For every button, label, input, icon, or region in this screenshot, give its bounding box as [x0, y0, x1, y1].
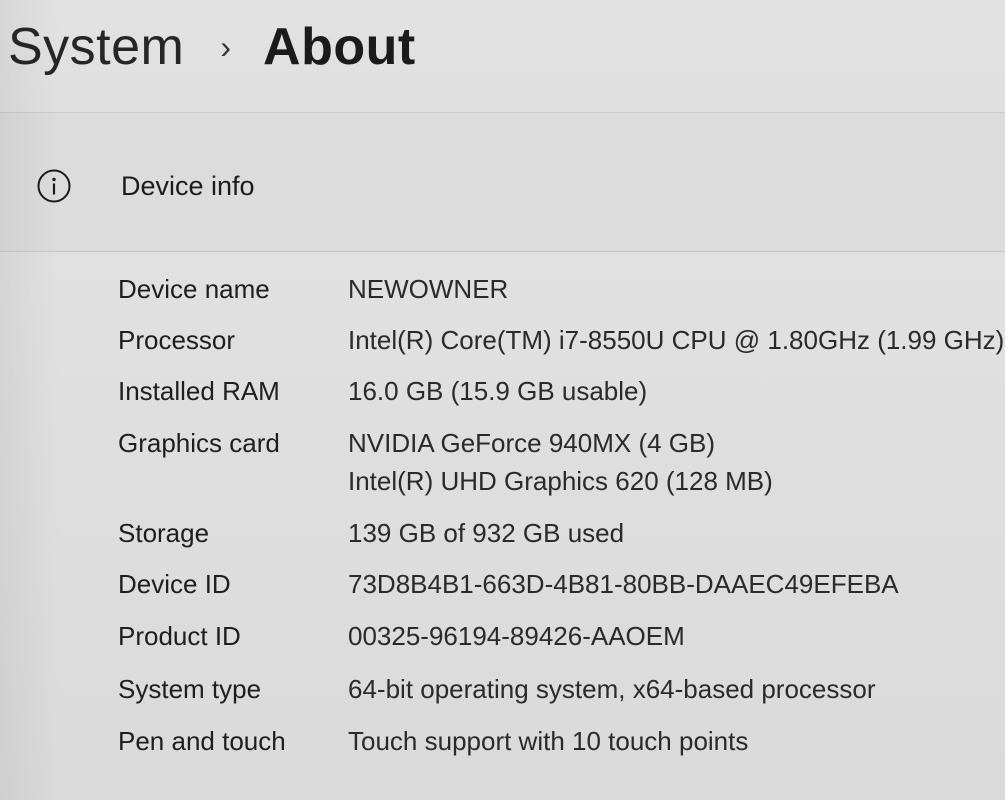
spec-value: 73D8B4B1-663D-4B81-80BB-DAAEC49EFEBA: [348, 569, 899, 599]
chevron-right-icon: ›: [220, 29, 232, 65]
breadcrumb: System › About: [8, 12, 416, 82]
device-info-panel: Device info Device name NEWOWNER Process…: [0, 112, 1005, 800]
spec-row-graphics-card: Graphics card NVIDIA GeForce 940MX (4 GB…: [0, 424, 1005, 502]
breadcrumb-system-link[interactable]: System: [8, 12, 184, 82]
spec-label: Device ID: [118, 569, 231, 599]
spec-label: Installed RAM: [118, 376, 280, 406]
device-specs-list: Device name NEWOWNER Processor Intel(R) …: [0, 252, 1005, 800]
spec-value-line: Intel(R) UHD Graphics 620 (128 MB): [348, 466, 773, 496]
spec-value: Touch support with 10 touch points: [348, 726, 749, 756]
spec-value: NVIDIA GeForce 940MX (4 GB) Intel(R) UHD…: [348, 424, 773, 500]
info-circle-icon: [37, 169, 71, 203]
spec-label: Product ID: [118, 621, 241, 651]
spec-label: Graphics card: [118, 428, 280, 458]
spec-label: Pen and touch: [118, 726, 286, 756]
device-info-header[interactable]: Device info: [0, 113, 1005, 252]
spec-value: NEWOWNER: [348, 274, 509, 304]
spec-label: System type: [118, 674, 262, 704]
device-info-title: Device info: [121, 171, 255, 201]
page-title: About: [263, 18, 416, 76]
spec-value: Intel(R) Core(TM) i7-8550U CPU @ 1.80GHz…: [348, 325, 1005, 355]
spec-label: Processor: [118, 325, 236, 355]
spec-value-line: NVIDIA GeForce 940MX (4 GB): [348, 428, 716, 458]
settings-about-page: System › About Device info Device name N…: [0, 0, 1005, 800]
spec-value: 64-bit operating system, x64-based proce…: [348, 674, 876, 704]
spec-value: 139 GB of 932 GB used: [348, 518, 625, 548]
spec-value: 16.0 GB (15.9 GB usable): [348, 376, 648, 406]
spec-label: Device name: [118, 274, 270, 304]
spec-label: Storage: [118, 518, 210, 548]
spec-value: 00325-96194-89426-AAOEM: [348, 621, 685, 651]
